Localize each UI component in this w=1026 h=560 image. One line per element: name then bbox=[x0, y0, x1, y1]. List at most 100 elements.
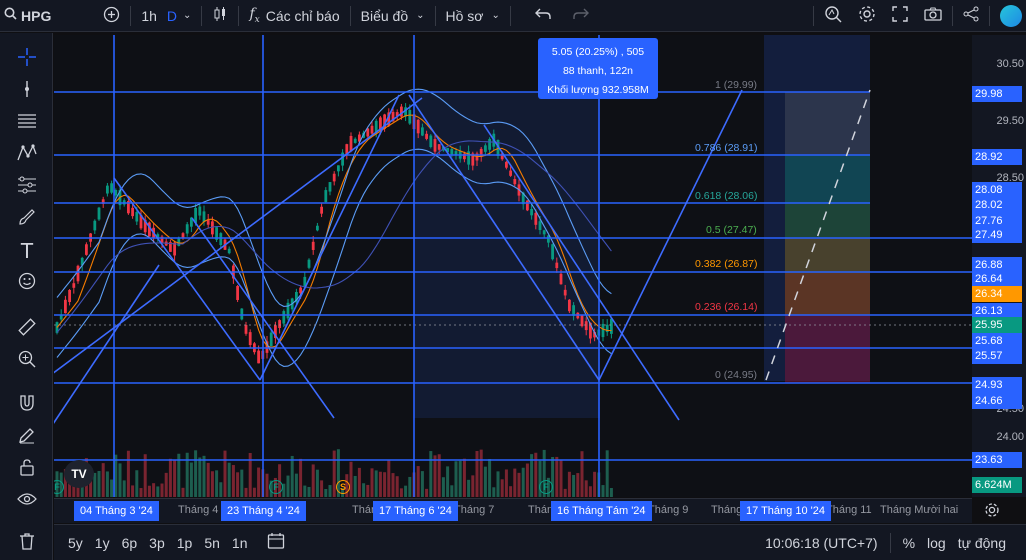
share-button[interactable] bbox=[955, 0, 987, 32]
drawing-toolbar: T bbox=[0, 33, 53, 560]
divider bbox=[889, 532, 891, 553]
share-icon bbox=[963, 6, 979, 25]
trend-line-tool[interactable] bbox=[13, 77, 41, 105]
candle bbox=[324, 190, 328, 203]
time-tick: Tháng Mười hai bbox=[880, 504, 959, 516]
candle bbox=[131, 207, 134, 217]
candle bbox=[538, 221, 542, 230]
divider bbox=[812, 5, 814, 26]
tooltip-change: 5.05 (20.25%) , 505 bbox=[551, 46, 645, 58]
volume-bar bbox=[349, 461, 353, 497]
goto-date-button[interactable] bbox=[267, 532, 285, 553]
event-icon-s[interactable]: S bbox=[336, 480, 350, 494]
fib-label-0236: 0.236 (26.14) bbox=[695, 301, 758, 313]
volume-bar bbox=[404, 485, 408, 497]
layout-label: Biểu đồ bbox=[360, 7, 409, 24]
fullscreen-button[interactable] bbox=[884, 0, 916, 32]
volume-bar bbox=[181, 487, 185, 497]
fib-label-0618: 0.618 (28.06) bbox=[695, 190, 758, 202]
brush-tool[interactable] bbox=[13, 205, 41, 233]
range-1m[interactable]: 1p bbox=[171, 535, 199, 551]
interval-label: 1h bbox=[141, 7, 157, 24]
emoji-tool[interactable] bbox=[13, 269, 41, 297]
volume-bar bbox=[320, 480, 324, 497]
time-axis[interactable]: Tháng 4 Tháng Tháng 7 Tháng Tháng 9 Thán… bbox=[54, 498, 972, 523]
undo-button[interactable] bbox=[527, 0, 559, 32]
avatar[interactable] bbox=[999, 4, 1022, 27]
candle bbox=[278, 320, 281, 328]
range-1y[interactable]: 1y bbox=[89, 535, 116, 551]
camera-icon bbox=[924, 7, 942, 24]
volume-bar bbox=[122, 480, 126, 497]
clock[interactable]: 10:06:18 (UTC+7) bbox=[759, 535, 883, 551]
log-toggle[interactable]: log bbox=[921, 535, 952, 551]
hide-drawings-tool[interactable] bbox=[13, 487, 41, 515]
range-1d[interactable]: 1n bbox=[226, 535, 254, 551]
volume-bar bbox=[576, 473, 580, 497]
brush-icon bbox=[18, 208, 36, 231]
candles-icon bbox=[212, 6, 228, 25]
interval-selector[interactable]: 1h D ⌄ bbox=[133, 0, 199, 32]
volume-bar bbox=[580, 451, 584, 497]
volume-bar bbox=[475, 451, 479, 497]
compare-button[interactable] bbox=[95, 0, 128, 32]
chart-canvas[interactable]: 5.05 (20.25%) , 505 88 thanh, 122n Khối … bbox=[54, 35, 972, 497]
price-tag: 29.98 bbox=[972, 86, 1022, 102]
settings-button[interactable] bbox=[850, 0, 884, 32]
zoom-in-tool[interactable] bbox=[13, 347, 41, 375]
candle bbox=[311, 241, 315, 250]
candle bbox=[257, 350, 260, 364]
candle bbox=[328, 182, 332, 192]
fib-tool[interactable] bbox=[13, 109, 41, 137]
measure-tool[interactable] bbox=[13, 315, 41, 343]
range-3m[interactable]: 3p bbox=[143, 535, 171, 551]
price-chart[interactable] bbox=[54, 35, 972, 497]
event-icon-f[interactable]: F bbox=[269, 480, 283, 494]
layout-button[interactable]: Biểu đồ ⌄ bbox=[353, 0, 433, 32]
quick-search-button[interactable] bbox=[816, 0, 850, 32]
event-icon-f[interactable]: F bbox=[539, 480, 553, 494]
tooltip-bars: 88 thanh, 122n bbox=[562, 65, 634, 77]
interval-unit: D bbox=[166, 7, 178, 24]
candle bbox=[484, 145, 487, 152]
price-axis[interactable]: 30.50 29.50 28.50 24.50 24.00 29.98 28.92… bbox=[972, 35, 1026, 497]
divider bbox=[201, 5, 203, 26]
volume-bar bbox=[584, 480, 588, 497]
volume-bar bbox=[227, 462, 231, 497]
range-5d[interactable]: 5n bbox=[198, 535, 226, 551]
symbol-search[interactable]: HPG bbox=[0, 0, 59, 32]
camera-button[interactable] bbox=[916, 0, 950, 32]
remove-drawings-tool[interactable] bbox=[13, 529, 41, 557]
tradingview-logo[interactable]: TV bbox=[64, 460, 94, 488]
crosshair-tool[interactable] bbox=[13, 45, 41, 73]
volume-bar bbox=[563, 488, 567, 497]
range-5y[interactable]: 5y bbox=[62, 535, 89, 551]
candle bbox=[425, 133, 428, 139]
indicators-button[interactable]: fx Các chỉ báo bbox=[241, 0, 347, 32]
pattern-tool[interactable] bbox=[13, 141, 41, 169]
candle bbox=[488, 139, 491, 150]
profile-button[interactable]: Hồ sơ ⌄ bbox=[438, 0, 508, 32]
axis-settings-button[interactable] bbox=[984, 502, 1004, 520]
candle bbox=[185, 224, 189, 234]
candle bbox=[542, 230, 546, 235]
volume-bar bbox=[588, 486, 592, 497]
keep-drawing-tool[interactable] bbox=[13, 423, 41, 451]
magnet-tool[interactable] bbox=[13, 391, 41, 419]
volume-bar bbox=[311, 464, 315, 497]
redo-button[interactable] bbox=[565, 0, 597, 32]
text-icon: T bbox=[20, 239, 34, 263]
forecast-tool[interactable] bbox=[13, 173, 41, 201]
range-6m[interactable]: 6p bbox=[116, 535, 144, 551]
fib-band bbox=[785, 203, 870, 238]
percent-toggle[interactable]: % bbox=[897, 535, 921, 551]
profile-label: Hồ sơ bbox=[445, 7, 484, 24]
volume-bar bbox=[160, 483, 164, 497]
chart-type-button[interactable] bbox=[204, 0, 236, 32]
price-tick: 30.50 bbox=[996, 58, 1024, 70]
candle bbox=[559, 273, 563, 285]
time-tick: Tháng bbox=[711, 504, 743, 516]
lock-drawings-tool[interactable] bbox=[13, 455, 41, 483]
auto-scale-toggle[interactable]: tự động bbox=[952, 535, 1012, 551]
text-tool[interactable]: T bbox=[13, 237, 41, 265]
